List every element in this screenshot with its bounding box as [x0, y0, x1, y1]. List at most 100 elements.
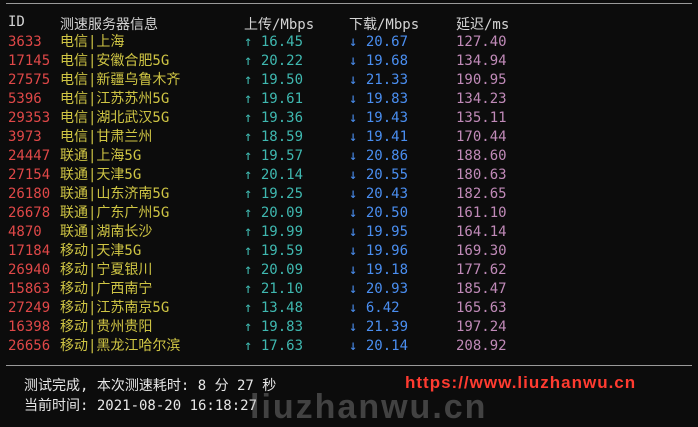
row-server-name: 电信|甘肃兰州 [60, 129, 153, 145]
row-download: ↓ 21.33 [349, 72, 409, 88]
row-download: ↓ 20.86 [349, 148, 409, 164]
row-upload: ↑ 13.48 [244, 300, 304, 316]
table-row: 3633 电信|上海 ↑ 16.45 ↓ 20.67 127.40 [0, 33, 698, 52]
row-latency: 161.10 [456, 205, 507, 221]
row-latency: 164.14 [456, 224, 507, 240]
row-server-name: 移动|江苏南京5G [60, 300, 170, 316]
row-latency: 190.95 [456, 72, 507, 88]
site-watermark: https://www.liuzhanwu.cn [405, 373, 637, 392]
row-upload: ↑ 19.36 [244, 110, 304, 126]
row-latency: 185.47 [456, 281, 507, 297]
row-server-name: 联通|天津5G [60, 167, 142, 183]
row-upload: ↑ 20.14 [244, 167, 304, 183]
table-row: 26656 移动|黑龙江哈尔滨 ↑ 17.63 ↓ 20.14 208.92 [0, 337, 698, 356]
row-id: 3633 [8, 34, 42, 50]
row-server-name: 移动|宁夏银川 [60, 262, 153, 278]
row-upload: ↑ 21.10 [244, 281, 304, 297]
row-id: 26180 [8, 186, 51, 202]
row-server-name: 电信|上海 [60, 34, 125, 50]
row-download: ↓ 19.18 [349, 262, 409, 278]
row-download: ↓ 20.14 [349, 338, 409, 354]
row-latency: 208.92 [456, 338, 507, 354]
row-id: 26678 [8, 205, 51, 221]
row-download: ↓ 19.41 [349, 129, 409, 145]
header-latency: 延迟/ms [456, 17, 510, 33]
row-server-name: 移动|广西南宁 [60, 281, 153, 297]
row-upload: ↑ 20.22 [244, 53, 304, 69]
row-id: 27575 [8, 72, 51, 88]
row-upload: ↑ 19.50 [244, 72, 304, 88]
row-upload: ↑ 19.59 [244, 243, 304, 259]
row-upload: ↑ 20.09 [244, 205, 304, 221]
row-id: 27249 [8, 300, 51, 316]
row-upload: ↑ 19.25 [244, 186, 304, 202]
row-download: ↓ 20.55 [349, 167, 409, 183]
row-latency: 180.63 [456, 167, 507, 183]
row-download: ↓ 19.43 [349, 110, 409, 126]
row-latency: 182.65 [456, 186, 507, 202]
row-id: 16398 [8, 319, 51, 335]
row-download: ↓ 19.95 [349, 224, 409, 240]
header-server: 测速服务器信息 [60, 17, 158, 33]
row-server-name: 移动|贵州贵阳 [60, 319, 153, 335]
row-download: ↓ 19.96 [349, 243, 409, 259]
row-server-name: 电信|江苏苏州5G [60, 91, 170, 107]
row-latency: 177.62 [456, 262, 507, 278]
header-id: ID [8, 14, 25, 30]
row-id: 3973 [8, 129, 42, 145]
row-download: ↓ 19.68 [349, 53, 409, 69]
row-latency: 135.11 [456, 110, 507, 126]
row-server-name: 联通|山东济南5G [60, 186, 170, 202]
row-latency: 170.44 [456, 129, 507, 145]
table-row: 26180 联通|山东济南5G ↑ 19.25 ↓ 20.43 182.65 [0, 185, 698, 204]
table-row: 17184 移动|天津5G ↑ 19.59 ↓ 19.96 169.30 [0, 242, 698, 261]
row-upload: ↑ 19.99 [244, 224, 304, 240]
row-id: 15863 [8, 281, 51, 297]
table-row: 3973 电信|甘肃兰州 ↑ 18.59 ↓ 19.41 170.44 [0, 128, 698, 147]
row-id: 24447 [8, 148, 51, 164]
row-upload: ↑ 18.59 [244, 129, 304, 145]
row-latency: 197.24 [456, 319, 507, 335]
row-server-name: 电信|安徽合肥5G [60, 53, 170, 69]
table-row: 27249 移动|江苏南京5G ↑ 13.48 ↓ 6.42 165.63 [0, 299, 698, 318]
row-upload: ↑ 19.57 [244, 148, 304, 164]
row-server-name: 联通|上海5G [60, 148, 142, 164]
row-server-name: 移动|天津5G [60, 243, 142, 259]
row-download: ↓ 20.43 [349, 186, 409, 202]
row-id: 26656 [8, 338, 51, 354]
table-row: 26940 移动|宁夏银川 ↑ 20.09 ↓ 19.18 177.62 [0, 261, 698, 280]
row-download: ↓ 19.83 [349, 91, 409, 107]
row-download: ↓ 6.42 [349, 300, 400, 316]
row-id: 5396 [8, 91, 42, 107]
table-row: 26678 联通|广东广州5G ↑ 20.09 ↓ 20.50 161.10 [0, 204, 698, 223]
row-upload: ↑ 19.61 [244, 91, 304, 107]
row-id: 27154 [8, 167, 51, 183]
row-server-name: 移动|黑龙江哈尔滨 [60, 338, 181, 354]
test-complete-text: 测试完成, 本次测速耗时: 8 分 27 秒 [24, 378, 277, 394]
row-upload: ↑ 17.63 [244, 338, 304, 354]
header-upload: 上传/Mbps [244, 17, 315, 33]
row-upload: ↑ 16.45 [244, 34, 304, 50]
row-latency: 169.30 [456, 243, 507, 259]
top-separator [6, 3, 692, 4]
row-latency: 165.63 [456, 300, 507, 316]
table-row: 5396 电信|江苏苏州5G ↑ 19.61 ↓ 19.83 134.23 [0, 90, 698, 109]
table-row: 4870 联通|湖南长沙 ↑ 19.99 ↓ 19.95 164.14 [0, 223, 698, 242]
row-download: ↓ 20.50 [349, 205, 409, 221]
row-download: ↓ 21.39 [349, 319, 409, 335]
row-id: 29353 [8, 110, 51, 126]
table-row: 24447 联通|上海5G ↑ 19.57 ↓ 20.86 188.60 [0, 147, 698, 166]
row-latency: 127.40 [456, 34, 507, 50]
row-server-name: 联通|湖南长沙 [60, 224, 153, 240]
table-row: 29353 电信|湖北武汉5G ↑ 19.36 ↓ 19.43 135.11 [0, 109, 698, 128]
row-id: 17145 [8, 53, 51, 69]
row-download: ↓ 20.93 [349, 281, 409, 297]
row-server-name: 电信|湖北武汉5G [60, 110, 170, 126]
table-row: 27154 联通|天津5G ↑ 20.14 ↓ 20.55 180.63 [0, 166, 698, 185]
row-latency: 134.23 [456, 91, 507, 107]
row-upload: ↑ 20.09 [244, 262, 304, 278]
background-watermark: liuzhanwu.cn [250, 388, 488, 426]
row-latency: 188.60 [456, 148, 507, 164]
table-row: 15863 移动|广西南宁 ↑ 21.10 ↓ 20.93 185.47 [0, 280, 698, 299]
row-id: 4870 [8, 224, 42, 240]
